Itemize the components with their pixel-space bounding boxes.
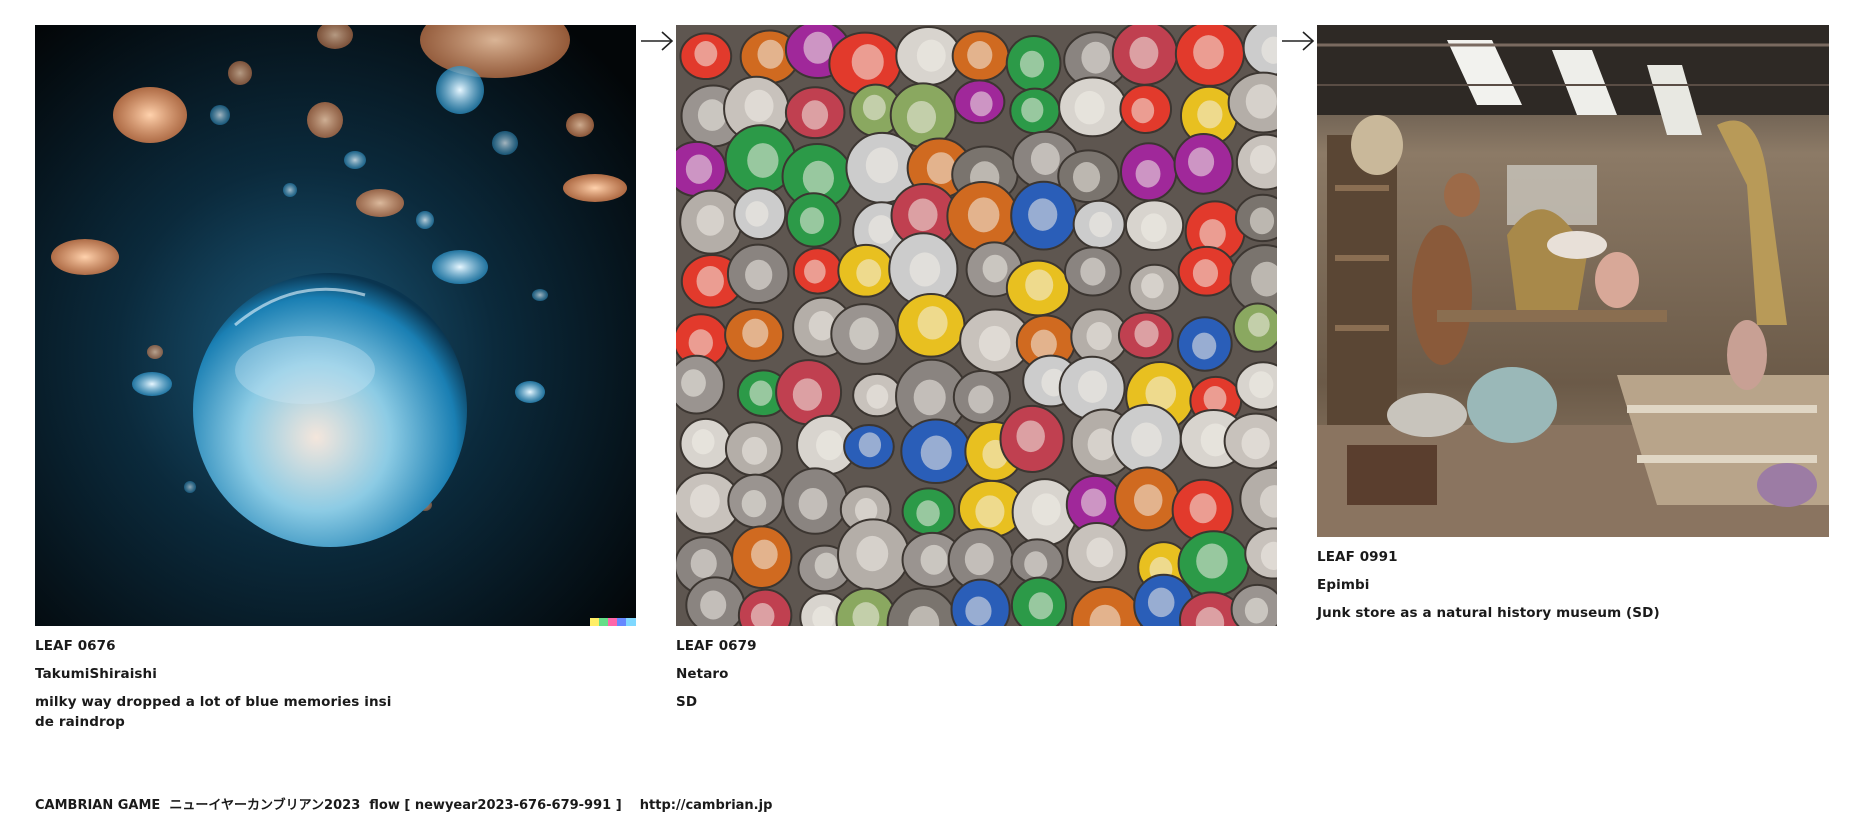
leaf-card-0679: LEAF 0679 Netaro SD [676,25,1277,720]
leaf-author: Epimbi [1317,577,1370,593]
leaf-author: Netaro [676,666,729,682]
leaf-caption: LEAF 0679 Netaro SD [676,636,1277,712]
leaf-card-0991: LEAF 0991 Epimbi Junk store as a natural… [1317,25,1829,631]
leaf-image-coins[interactable] [676,25,1277,626]
leaf-prompt: Junk store as a natural history museum (… [1317,605,1660,621]
leaf-caption: LEAF 0991 Epimbi Junk store as a natural… [1317,547,1829,623]
leaf-card-0676: LEAF 0676 TakumiShiraishi milky way drop… [35,25,636,740]
leaf-caption: LEAF 0676 TakumiShiraishi milky way drop… [35,636,636,732]
leaf-id: LEAF 0679 [676,638,757,654]
leaf-image-museum[interactable] [1317,25,1829,537]
leaf-prompt: milky way dropped a lot of blue memories… [35,694,392,730]
leaf-author: TakumiShiraishi [35,666,157,682]
leaf-image-raindrop[interactable] [35,25,636,626]
footer-credit: CAMBRIAN GAME ニューイヤーカンブリアン2023 flow [ ne… [35,798,773,813]
leaf-id: LEAF 0991 [1317,549,1398,565]
arrow-right-icon [640,29,674,53]
arrow-right-icon [1281,29,1315,53]
leaf-id: LEAF 0676 [35,638,116,654]
leaf-prompt: SD [676,694,698,710]
